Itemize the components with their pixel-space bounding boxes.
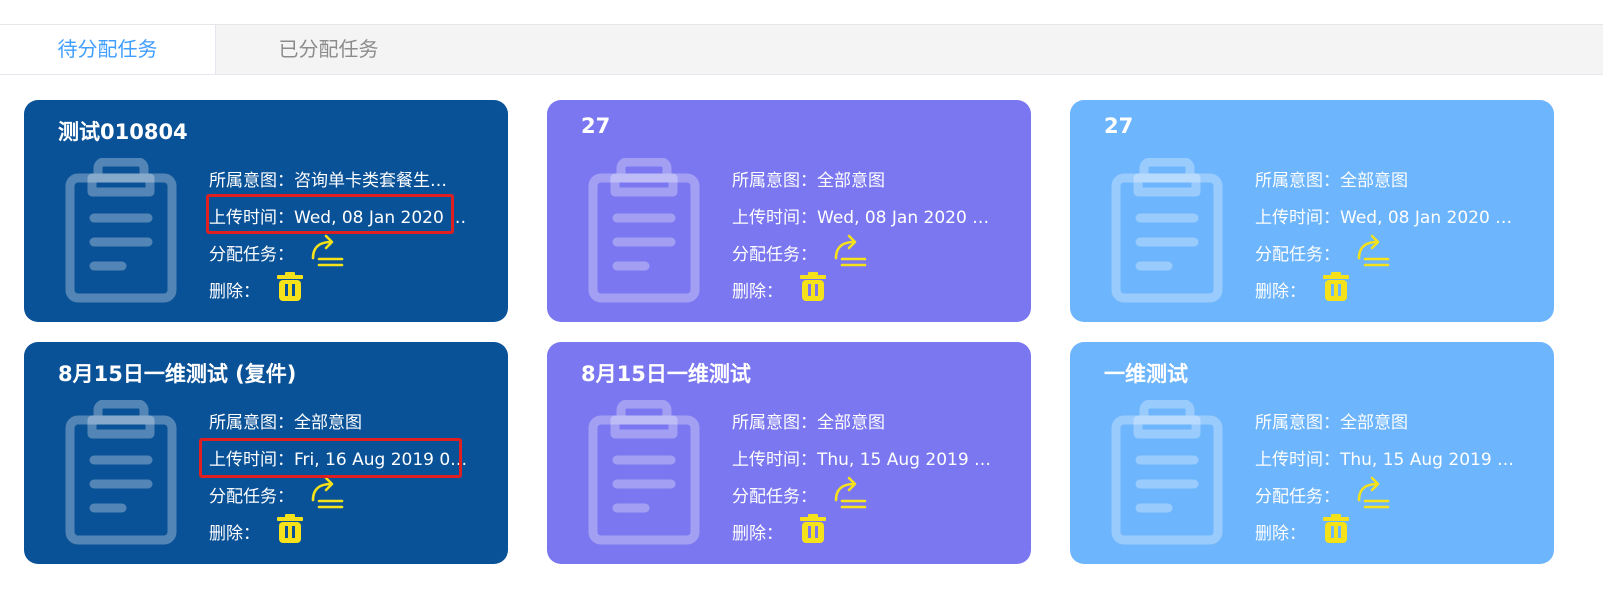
delete-label: 删除：: [1255, 524, 1306, 544]
assign-label: 分配任务：: [209, 487, 294, 507]
intent-value: 全部意图: [294, 413, 362, 433]
assign-label: 分配任务：: [732, 245, 817, 265]
delete-label: 删除：: [732, 524, 783, 544]
delete-label: 删除：: [209, 282, 260, 302]
intent-label: 所属意图：: [1255, 413, 1340, 433]
intent-label: 所属意图：: [732, 171, 817, 191]
tab-bar: 待分配任务 已分配任务: [0, 25, 1603, 75]
upload-time-label: 上传时间：: [1255, 208, 1340, 228]
intent-value: 全部意图: [817, 413, 885, 433]
upload-time-value: Thu, 15 Aug 2019 …: [817, 450, 992, 470]
task-card: 一维测试 所属意图：全部意图 上传时间：Thu, 15 Aug 2019 … 分…: [1070, 342, 1554, 564]
card-title: 8月15日一维测试 (复件): [58, 362, 297, 386]
intent-label: 所属意图：: [209, 171, 294, 191]
share-arrow-icon[interactable]: [832, 232, 868, 268]
upload-time-label: 上传时间：: [732, 208, 817, 228]
clipboard-icon: [65, 158, 177, 303]
card-title: 27: [1104, 114, 1134, 138]
delete-label: 删除：: [732, 282, 783, 302]
intent-value: 全部意图: [1340, 413, 1408, 433]
delete-label: 删除：: [209, 524, 260, 544]
clipboard-icon: [65, 400, 177, 545]
task-card: 8月15日一维测试 (复件) 所属意图：全部意图 上传时间：Fri, 16 Au…: [24, 342, 508, 564]
top-bar: [0, 0, 1603, 25]
intent-label: 所属意图：: [1255, 171, 1340, 191]
assign-label: 分配任务：: [1255, 245, 1340, 265]
task-card: 27 所属意图：全部意图 上传时间：Wed, 08 Jan 2020 … 分配任…: [1070, 100, 1554, 322]
card-title: 测试010804: [58, 120, 188, 144]
share-arrow-icon[interactable]: [832, 474, 868, 510]
task-card: 27 所属意图：全部意图 上传时间：Wed, 08 Jan 2020 … 分配任…: [547, 100, 1031, 322]
highlight-box: [206, 194, 454, 234]
trash-icon[interactable]: [1322, 514, 1350, 544]
assign-label: 分配任务：: [209, 245, 294, 265]
card-title: 8月15日一维测试: [581, 362, 751, 386]
intent-value: 咨询单卡类套餐生…: [294, 171, 447, 191]
clipboard-icon: [1111, 400, 1223, 545]
share-arrow-icon[interactable]: [309, 232, 345, 268]
upload-time-label: 上传时间：: [732, 450, 817, 470]
task-card: 测试010804 所属意图：咨询单卡类套餐生… 上传时间：Wed, 08 Jan…: [24, 100, 508, 322]
assign-label: 分配任务：: [1255, 487, 1340, 507]
card-title: 27: [581, 114, 611, 138]
upload-time-value: Wed, 08 Jan 2020 …: [1340, 208, 1513, 228]
upload-time-value: Wed, 08 Jan 2020 …: [817, 208, 990, 228]
clipboard-icon: [588, 400, 700, 545]
delete-label: 删除：: [1255, 282, 1306, 302]
card-title: 一维测试: [1104, 362, 1188, 386]
upload-time-label: 上传时间：: [1255, 450, 1340, 470]
share-arrow-icon[interactable]: [309, 474, 345, 510]
tab-pending-tasks[interactable]: 待分配任务: [0, 25, 216, 74]
assign-label: 分配任务：: [732, 487, 817, 507]
intent-label: 所属意图：: [732, 413, 817, 433]
tab-assigned-tasks[interactable]: 已分配任务: [216, 25, 441, 74]
highlight-box: [199, 438, 462, 478]
trash-icon[interactable]: [1322, 272, 1350, 302]
intent-value: 全部意图: [817, 171, 885, 191]
trash-icon[interactable]: [276, 272, 304, 302]
intent-value: 全部意图: [1340, 171, 1408, 191]
upload-time-value: Thu, 15 Aug 2019 …: [1340, 450, 1515, 470]
clipboard-icon: [588, 158, 700, 303]
trash-icon[interactable]: [799, 272, 827, 302]
clipboard-icon: [1111, 158, 1223, 303]
task-card: 8月15日一维测试 所属意图：全部意图 上传时间：Thu, 15 Aug 201…: [547, 342, 1031, 564]
intent-label: 所属意图：: [209, 413, 294, 433]
trash-icon[interactable]: [799, 514, 827, 544]
share-arrow-icon[interactable]: [1355, 474, 1391, 510]
trash-icon[interactable]: [276, 514, 304, 544]
share-arrow-icon[interactable]: [1355, 232, 1391, 268]
